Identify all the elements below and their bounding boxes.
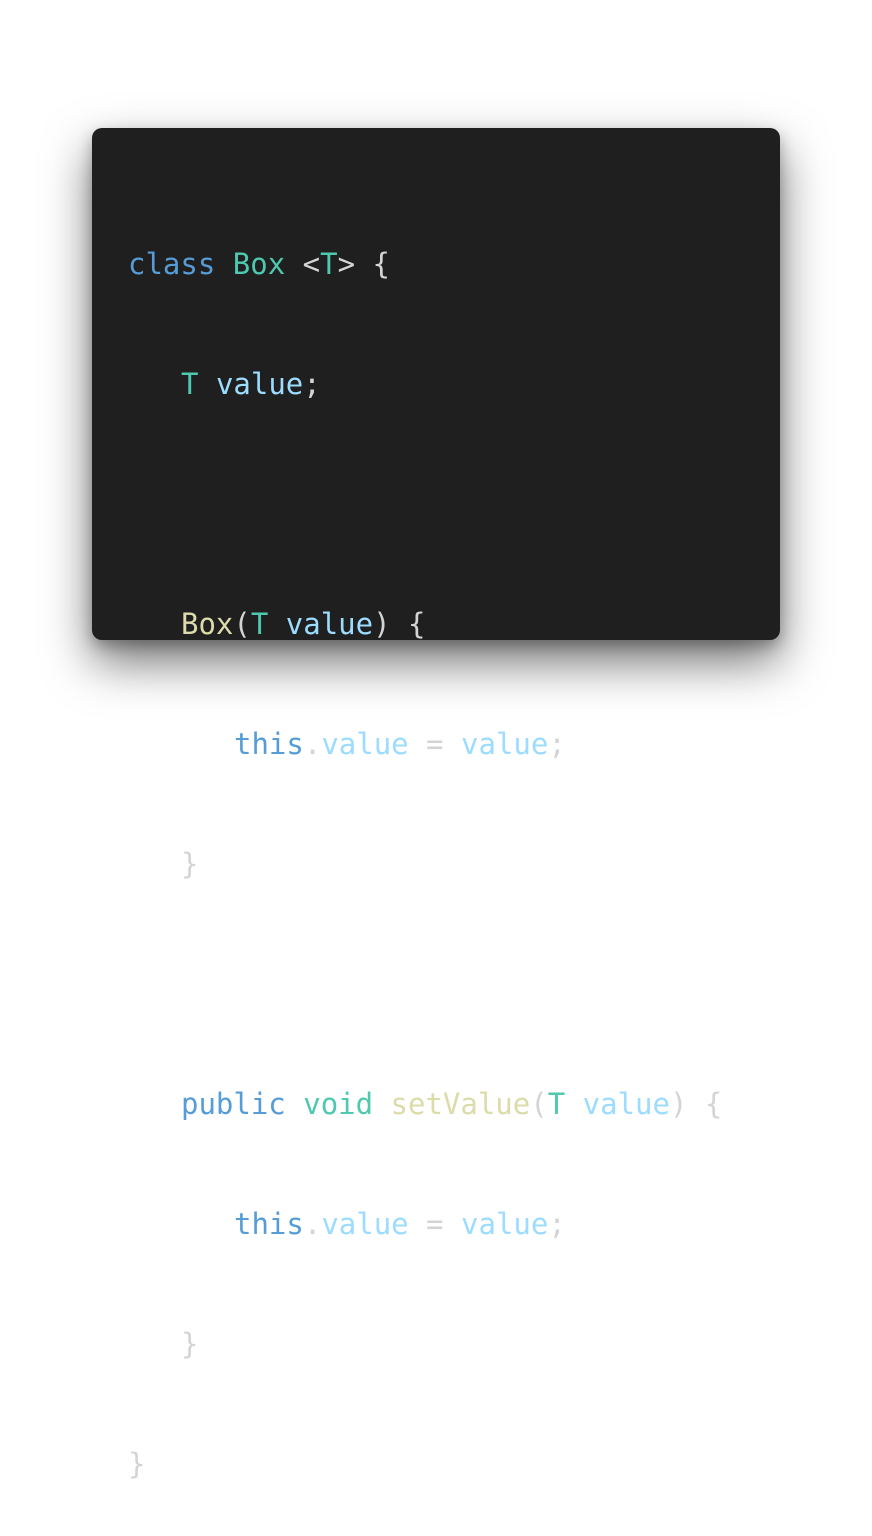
code-line-5: this.value = value; (128, 724, 780, 764)
paren-open: ( (233, 607, 251, 641)
assigned-value: value (461, 727, 549, 761)
code-line-8: public void setValue(T value) { (128, 1084, 780, 1124)
member-field: value (321, 1207, 409, 1241)
constructor-open-brace: { (408, 607, 426, 641)
method-close-brace: } (181, 1327, 199, 1361)
param-type: T (547, 1087, 566, 1121)
code-line-2: T value; (128, 364, 780, 404)
member-field: value (321, 727, 409, 761)
assign-operator: = (426, 1207, 444, 1241)
constructor-close-brace: } (181, 847, 199, 881)
assign-operator: = (426, 727, 444, 761)
param-name: value (285, 607, 374, 641)
param-type: T (250, 607, 269, 641)
code-line-4: Box(T value) { (128, 604, 780, 644)
field-type: T (181, 367, 199, 401)
semicolon: ; (548, 727, 566, 761)
paren-close: ) (373, 607, 391, 641)
method-open-brace: { (704, 1087, 723, 1121)
assigned-value: value (461, 1207, 549, 1241)
type-parameter: T (320, 247, 338, 281)
generic-open: < (302, 247, 321, 281)
paren-open: ( (530, 1087, 548, 1121)
code-line-11: } (128, 1444, 780, 1484)
return-type: void (303, 1087, 374, 1121)
field-name: value (215, 367, 304, 401)
semicolon: ; (548, 1207, 566, 1241)
this-keyword: this (234, 727, 304, 761)
code-line-9: this.value = value; (128, 1204, 780, 1244)
class-close-brace: } (128, 1447, 146, 1481)
method-name: setValue (390, 1087, 531, 1121)
code-line-6: } (128, 844, 780, 884)
modifier-public: public (181, 1087, 286, 1121)
dot: . (303, 727, 322, 761)
class-name: Box (232, 247, 286, 281)
generic-close: > (337, 247, 356, 281)
keyword-class: class (128, 247, 216, 281)
param-name: value (582, 1087, 670, 1121)
code-line-1: class Box <T> { (128, 244, 780, 284)
this-keyword: this (234, 1207, 304, 1241)
constructor-name: Box (181, 607, 234, 641)
dot: . (303, 1207, 322, 1241)
code-line-10: } (128, 1324, 780, 1364)
code-block: class Box <T> { T value; Box(T value) { … (128, 164, 780, 1536)
class-open-brace: { (372, 247, 390, 281)
paren-close: ) (669, 1087, 688, 1121)
code-snippet-card: class Box <T> { T value; Box(T value) { … (92, 128, 780, 1481)
semicolon: ; (303, 367, 321, 401)
